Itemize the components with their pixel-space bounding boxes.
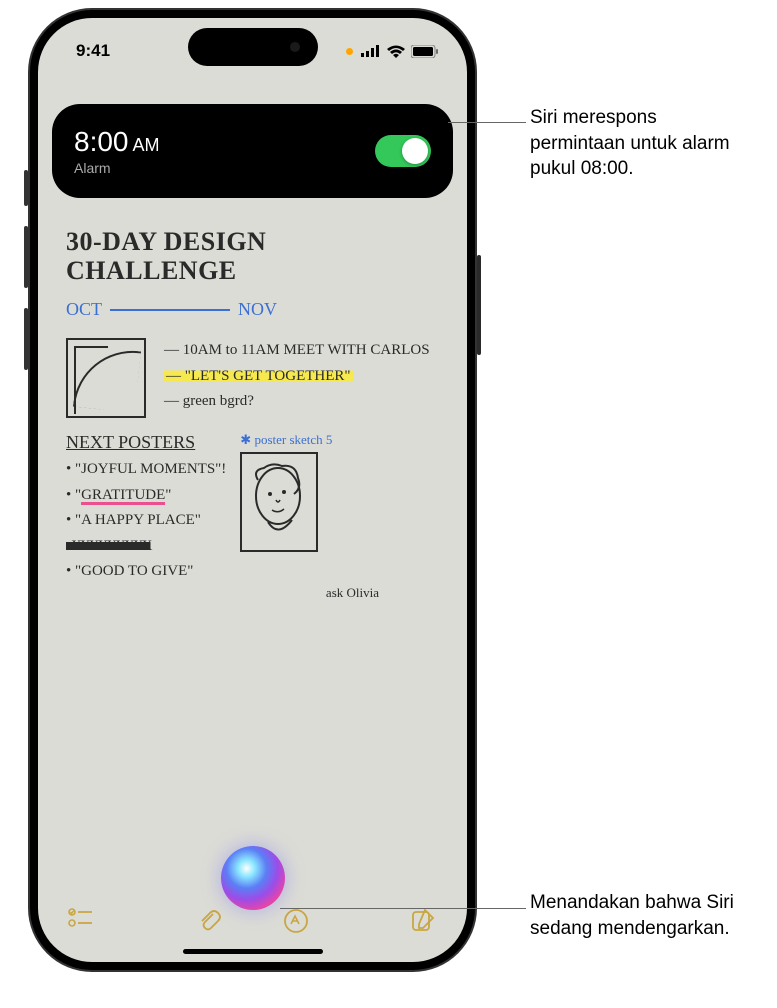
phone-screen: 9:41 8:00 AM Alarm: [38, 18, 467, 962]
notes-toolbar: [38, 908, 467, 934]
callout-siri-response: Siri merespons permintaan untuk alarm pu…: [530, 105, 750, 182]
checklist-icon[interactable]: [68, 908, 94, 934]
ask-olivia-note: ask Olivia: [66, 585, 379, 601]
alarm-ampm: AM: [133, 135, 160, 156]
battery-icon: [411, 45, 439, 58]
notes-canvas[interactable]: 30-DAY DESIGN CHALLENGE OCT NOV — 10AM t…: [38, 208, 467, 621]
note-timeline: OCT NOV: [66, 299, 439, 320]
dynamic-island[interactable]: [188, 28, 318, 66]
callout-connector: [280, 908, 526, 909]
next-posters-heading: NEXT POSTERS: [66, 432, 226, 453]
compose-icon[interactable]: [411, 908, 437, 934]
cellular-signal-icon: [361, 45, 381, 57]
wifi-icon: [387, 45, 405, 58]
note-sketch-thumbnail: [66, 338, 146, 418]
volume-up-button[interactable]: [24, 226, 28, 288]
recording-indicator-icon: [346, 48, 353, 55]
silent-switch[interactable]: [24, 170, 28, 206]
home-indicator[interactable]: [183, 949, 323, 954]
poster-list: • "JOYFUL MOMENTS"! • "GRATITUDE" • "A H…: [66, 457, 226, 585]
power-button[interactable]: [477, 255, 481, 355]
status-time: 9:41: [76, 41, 110, 61]
note-bullet-list: — 10AM to 11AM MEET WITH CARLOS — "LET'S…: [164, 338, 430, 418]
alarm-time: 8:00: [74, 126, 129, 158]
alarm-toggle[interactable]: [375, 135, 431, 167]
alarm-label: Alarm: [74, 160, 160, 176]
volume-down-button[interactable]: [24, 308, 28, 370]
attachment-icon[interactable]: [197, 908, 223, 934]
iphone-device-frame: 9:41 8:00 AM Alarm: [30, 10, 475, 970]
callout-connector: [448, 122, 526, 123]
siri-alarm-response-card[interactable]: 8:00 AM Alarm: [52, 104, 453, 198]
callout-siri-listening: Menandakan bahwa Siri sedang mendengarka…: [530, 890, 750, 941]
siri-orb-icon[interactable]: [221, 846, 285, 910]
note-title: 30-DAY DESIGN CHALLENGE: [66, 228, 439, 285]
markup-icon[interactable]: [283, 908, 309, 934]
poster-sketch: ✱ poster sketch 5: [240, 432, 332, 585]
